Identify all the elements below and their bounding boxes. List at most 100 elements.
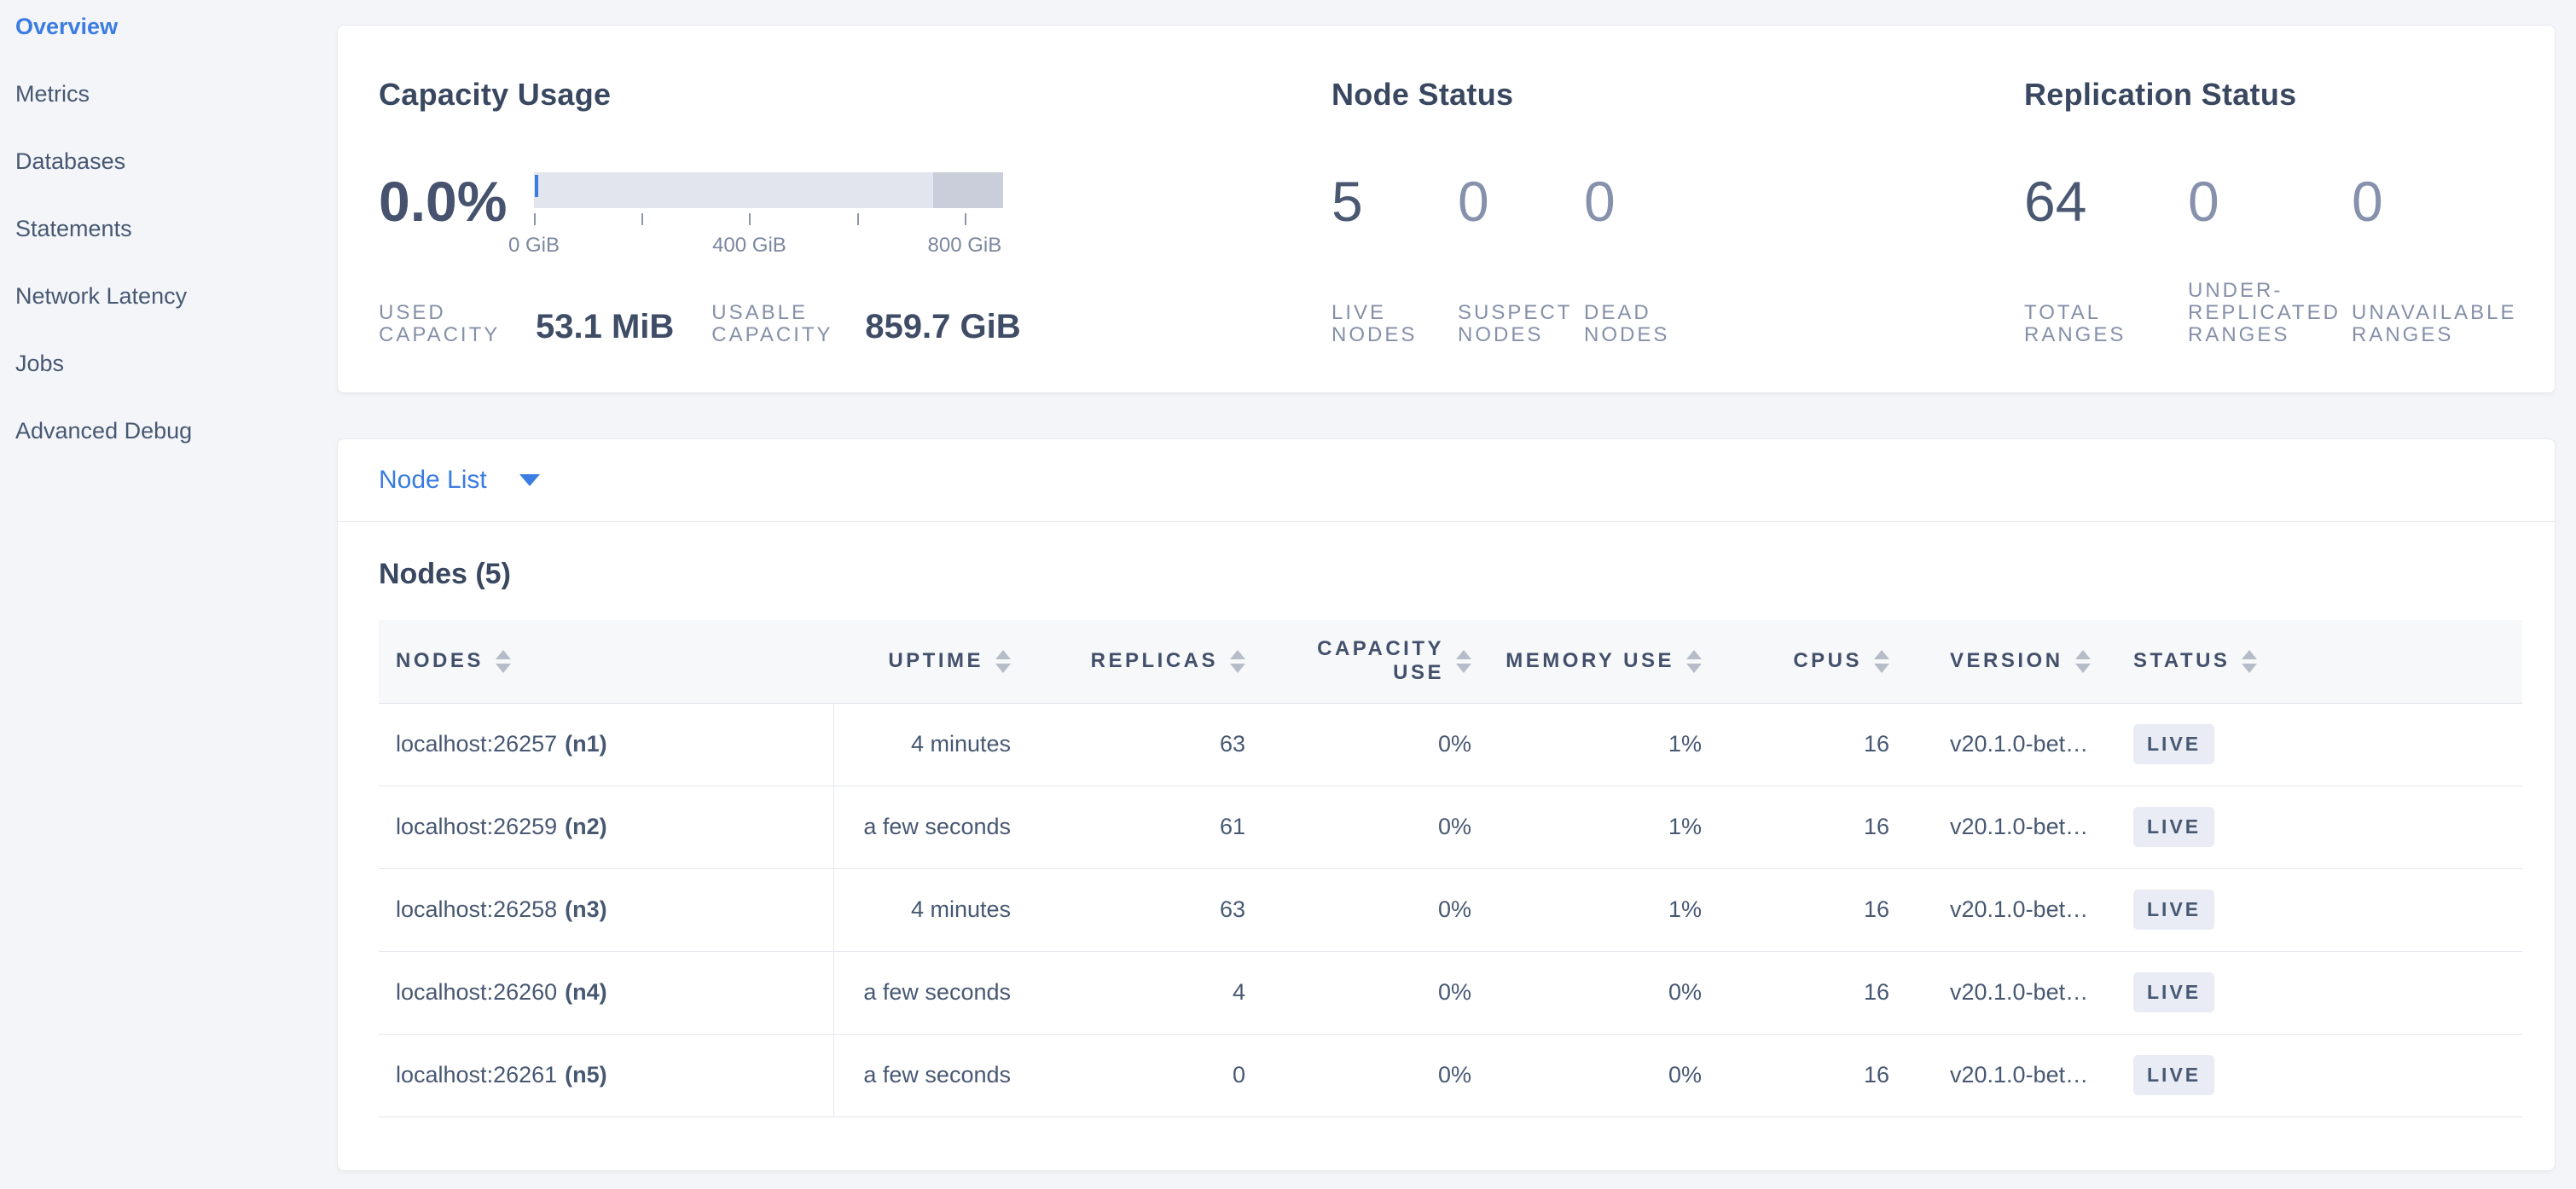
memory-use-cell: 1% xyxy=(1497,786,1727,868)
usable-capacity-value: 859.7 GiB xyxy=(865,308,1020,346)
table-row-node-1[interactable]: localhost:26257(n1) 4 minutes 63 0% 1% 1… xyxy=(379,703,2522,786)
capacity-usage-section: Capacity Usage 0.0% 0 GiB 400 GiB 800 Gi… xyxy=(379,26,1334,392)
node-id: (n3) xyxy=(565,896,607,922)
node-id: (n1) xyxy=(565,731,607,757)
sidebar-item-databases[interactable]: Databases xyxy=(15,142,320,209)
capacity-stats: USED CAPACITY 53.1 MiB USABLE CAPACITY 8… xyxy=(379,295,1021,346)
dead-nodes-count: 0 xyxy=(1584,170,1616,233)
capacity-meter-other-segment xyxy=(933,172,1004,208)
capacity-used-percent: 0.0% xyxy=(379,169,507,234)
capacity-axis-labels: 0 GiB 400 GiB 800 GiB xyxy=(534,234,1003,259)
uptime-cell: a few seconds xyxy=(833,951,1036,1034)
cpus-cell: 16 xyxy=(1727,951,1915,1034)
column-label: VERSION xyxy=(1950,649,2063,673)
under-replicated-ranges-count: 0 xyxy=(2188,170,2219,233)
version-cell: v20.1.0-bet… xyxy=(1915,786,2111,868)
table-row-node-2[interactable]: localhost:26259(n2) a few seconds 61 0% … xyxy=(379,786,2522,868)
table-row-node-4[interactable]: localhost:26260(n4) a few seconds 4 0% 0… xyxy=(379,951,2522,1034)
sidebar-item-metrics[interactable]: Metrics xyxy=(15,74,320,142)
sort-icon xyxy=(1456,650,1471,673)
axis-label-0gib: 0 GiB xyxy=(508,234,560,258)
capacity-usage-title: Capacity Usage xyxy=(379,77,611,113)
cpus-cell: 16 xyxy=(1727,1034,1915,1116)
cpus-cell: 16 xyxy=(1727,786,1915,868)
nodes-heading: Nodes (5) xyxy=(379,558,2514,591)
uptime-cell: a few seconds xyxy=(833,786,1036,868)
chevron-down-icon xyxy=(519,474,540,486)
node-id: (n5) xyxy=(565,1062,607,1088)
nodes-card: Node List Nodes (5) NODES UPTIME REPLIC xyxy=(337,438,2556,1171)
replication-status-section: Replication Status 64 0 0 TOTAL RANGES U… xyxy=(2024,26,2536,392)
node-status-title: Node Status xyxy=(1332,77,1513,113)
memory-use-cell: 1% xyxy=(1497,703,1727,786)
node-address-link[interactable]: localhost:26261 xyxy=(396,1062,557,1088)
version-cell: v20.1.0-bet… xyxy=(1915,1034,2111,1116)
sort-icon xyxy=(1686,650,1702,673)
dead-nodes-label: DEAD NODES xyxy=(1584,301,1669,346)
uptime-cell: a few seconds xyxy=(833,1034,1036,1116)
used-capacity-value: 53.1 MiB xyxy=(536,308,674,346)
version-cell: v20.1.0-bet… xyxy=(1915,868,2111,951)
column-label: NODES xyxy=(396,649,484,673)
version-cell: v20.1.0-bet… xyxy=(1915,703,2111,786)
status-badge: LIVE xyxy=(2133,890,2214,930)
memory-use-cell: 0% xyxy=(1497,951,1727,1034)
sort-icon xyxy=(1230,650,1245,673)
used-capacity-label: USED CAPACITY xyxy=(379,302,508,346)
sidebar-item-jobs[interactable]: Jobs xyxy=(15,344,320,411)
capacity-use-cell: 0% xyxy=(1271,786,1497,868)
total-ranges-label: TOTAL RANGES xyxy=(2024,301,2126,346)
sort-icon xyxy=(1874,650,1889,673)
column-header-capacity-use[interactable]: CAPACITY USE xyxy=(1271,620,1497,703)
sidebar-item-statements[interactable]: Statements xyxy=(15,209,320,276)
column-header-uptime[interactable]: UPTIME xyxy=(833,620,1036,703)
capacity-use-cell: 0% xyxy=(1271,951,1497,1034)
sidebar-item-overview[interactable]: Overview xyxy=(15,7,320,74)
column-header-status[interactable]: STATUS xyxy=(2111,620,2522,703)
used-capacity-tick xyxy=(535,175,538,197)
column-label: UPTIME xyxy=(888,649,983,673)
column-header-memory-use[interactable]: MEMORY USE xyxy=(1497,620,1727,703)
column-label: STATUS xyxy=(2133,649,2230,673)
node-id: (n2) xyxy=(565,814,607,839)
capacity-axis xyxy=(534,213,1003,225)
node-address-link[interactable]: localhost:26257 xyxy=(396,731,557,757)
sidebar-item-advanced-debug[interactable]: Advanced Debug xyxy=(15,411,320,478)
status-badge: LIVE xyxy=(2133,807,2214,847)
node-address-link[interactable]: localhost:26259 xyxy=(396,814,557,839)
suspect-nodes-label: SUSPECT NODES xyxy=(1458,301,1572,346)
node-address-link[interactable]: localhost:26260 xyxy=(396,979,557,1005)
replicas-cell: 63 xyxy=(1036,868,1271,951)
version-cell: v20.1.0-bet… xyxy=(1915,951,2111,1034)
live-nodes-label: LIVE NODES xyxy=(1332,301,1417,346)
column-header-cpus[interactable]: CPUS xyxy=(1727,620,1915,703)
column-label: REPLICAS xyxy=(1091,649,1218,673)
status-badge: LIVE xyxy=(2133,724,2214,764)
capacity-use-cell: 0% xyxy=(1271,868,1497,951)
nodes-table: NODES UPTIME REPLICAS CAPACITY USE MEMOR… xyxy=(379,620,2522,1117)
live-nodes-count: 5 xyxy=(1332,170,1363,233)
capacity-use-cell: 0% xyxy=(1271,703,1497,786)
under-replicated-ranges-label: UNDER-REPLICATED RANGES xyxy=(2188,279,2341,346)
replication-status-title: Replication Status xyxy=(2024,77,2296,113)
total-ranges-count: 64 xyxy=(2024,170,2086,233)
memory-use-cell: 0% xyxy=(1497,1034,1727,1116)
unavailable-ranges-label: UNAVAILABLE RANGES xyxy=(2352,301,2517,346)
replicas-cell: 0 xyxy=(1036,1034,1271,1116)
cluster-summary-card: Capacity Usage 0.0% 0 GiB 400 GiB 800 Gi… xyxy=(337,25,2556,393)
sort-icon xyxy=(2075,650,2091,673)
suspect-nodes-count: 0 xyxy=(1458,170,1489,233)
column-label: MEMORY USE xyxy=(1506,649,1674,673)
node-address-link[interactable]: localhost:26258 xyxy=(396,896,557,922)
replicas-cell: 63 xyxy=(1036,703,1271,786)
axis-label-400gib: 400 GiB xyxy=(712,234,786,258)
sidebar: Overview Metrics Databases Statements Ne… xyxy=(0,7,320,478)
table-row-node-3[interactable]: localhost:26258(n3) 4 minutes 63 0% 1% 1… xyxy=(379,868,2522,951)
sidebar-item-network-latency[interactable]: Network Latency xyxy=(15,276,320,344)
column-header-version[interactable]: VERSION xyxy=(1915,620,2111,703)
column-header-replicas[interactable]: REPLICAS xyxy=(1036,620,1271,703)
column-label: CAPACITY USE xyxy=(1295,637,1444,685)
column-header-nodes[interactable]: NODES xyxy=(379,620,833,703)
node-list-dropdown[interactable]: Node List xyxy=(338,439,2555,522)
table-row-node-5[interactable]: localhost:26261(n5) a few seconds 0 0% 0… xyxy=(379,1034,2522,1116)
